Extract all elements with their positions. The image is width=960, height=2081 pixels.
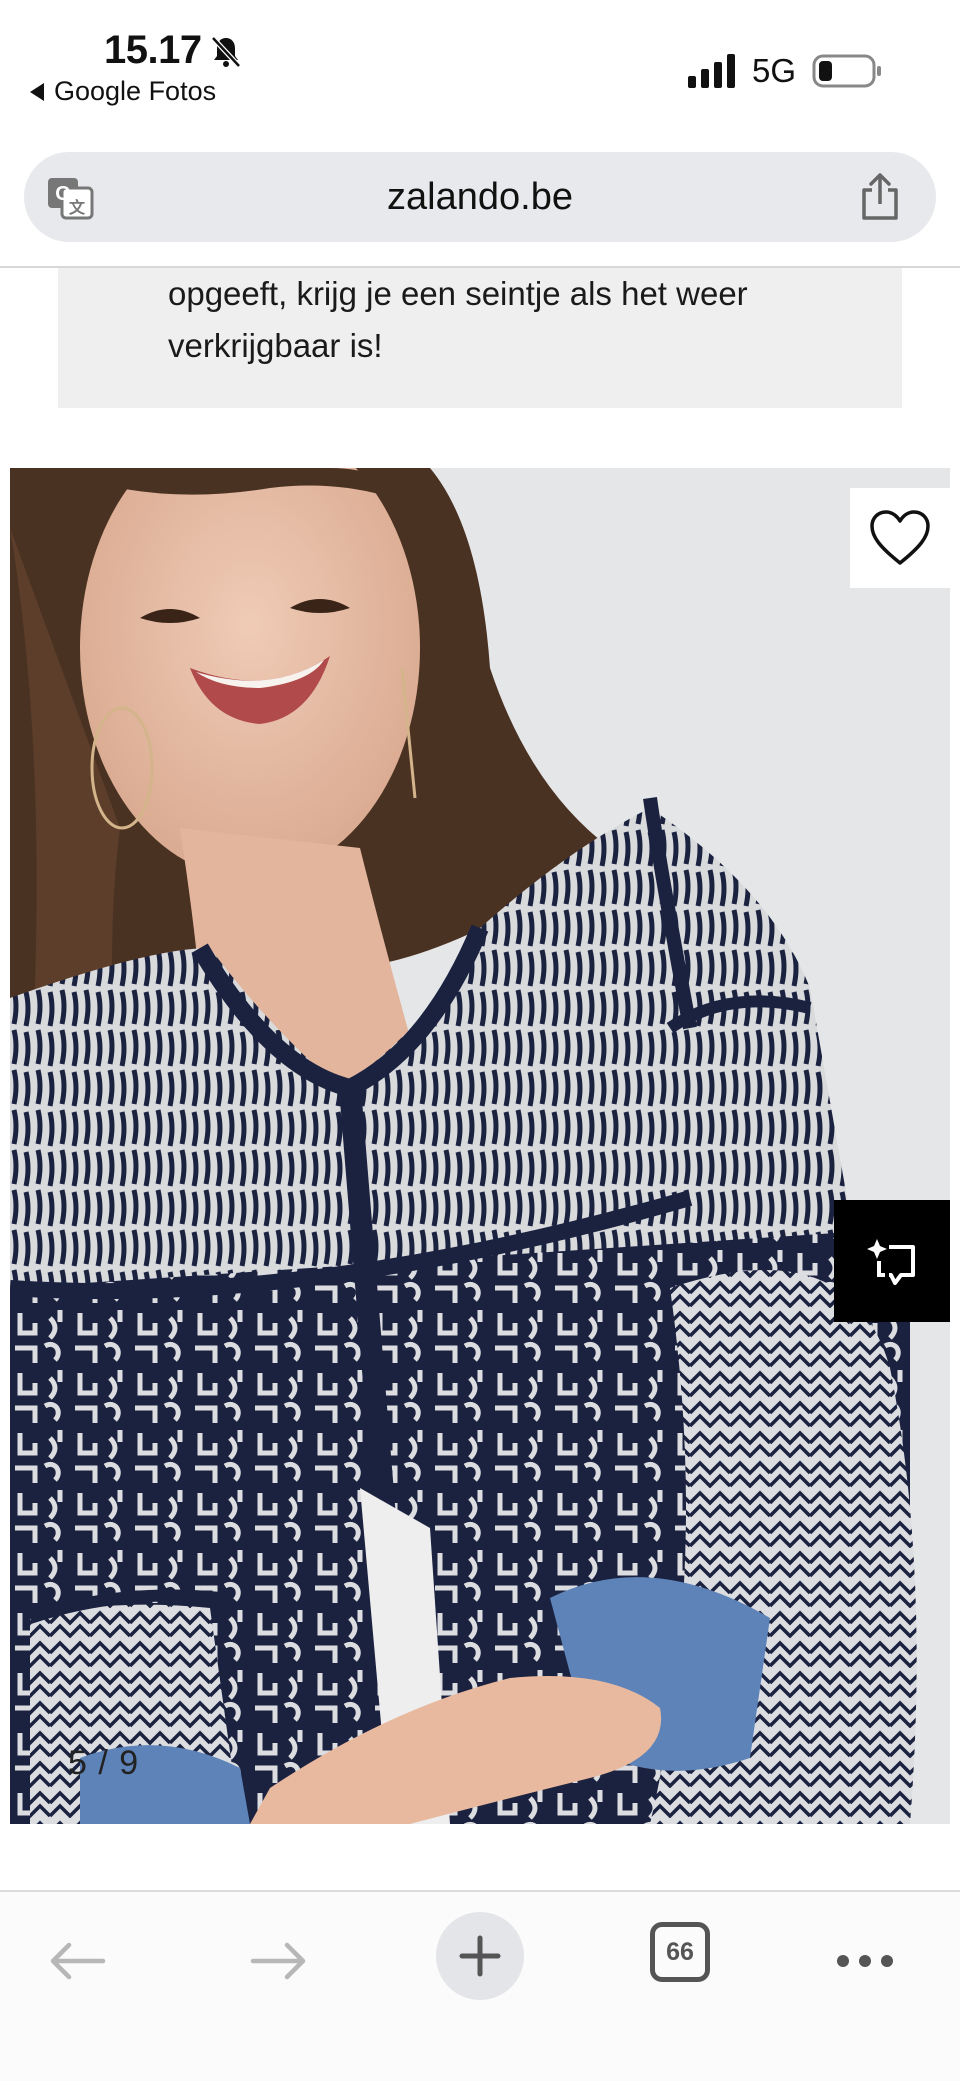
- virtual-try-on-button[interactable]: [834, 1200, 950, 1322]
- battery-icon: [812, 54, 881, 88]
- sparkle-frame-icon: [867, 1239, 915, 1285]
- cellular-signal-icon: [688, 54, 735, 88]
- arrow-left-icon: [50, 1942, 106, 1980]
- back-app-label: Google Fotos: [54, 76, 217, 106]
- back-to-app-link[interactable]: Google Fotos: [30, 76, 216, 107]
- more-dots-icon: [837, 1955, 893, 1967]
- muted-bell-icon: [211, 36, 241, 68]
- tab-switcher-button[interactable]: 66: [650, 1922, 710, 1982]
- address-bar[interactable]: G 文 zalando.be: [24, 152, 936, 242]
- wishlist-button[interactable]: [850, 488, 950, 588]
- forward-button[interactable]: [244, 1926, 314, 1996]
- clock-time: 15.17: [104, 28, 202, 72]
- url-text[interactable]: zalando.be: [24, 176, 936, 219]
- share-icon[interactable]: [858, 172, 902, 222]
- notice-text: opgeeft, krijg je een seintje als het we…: [168, 268, 888, 372]
- status-bar: 15.17 Google Fotos 5G: [0, 0, 960, 140]
- back-triangle-icon: [30, 82, 44, 101]
- arrow-right-icon: [250, 1942, 306, 1980]
- browser-toolbar: 66: [0, 1892, 960, 2081]
- back-button[interactable]: [42, 1926, 112, 1996]
- product-image-gallery[interactable]: 5 / 9: [10, 468, 950, 1824]
- notice-line-2: verkrijgbaar is!: [168, 327, 383, 364]
- availability-notice: opgeeft, krijg je een seintje als het we…: [58, 268, 902, 408]
- network-type: 5G: [752, 52, 797, 89]
- product-photo: [10, 468, 950, 1824]
- image-counter: 5 / 9: [68, 1744, 140, 1782]
- new-tab-button[interactable]: [436, 1912, 524, 2000]
- plus-icon: [459, 1935, 501, 1977]
- notice-line-1: opgeeft, krijg je een seintje als het we…: [168, 275, 748, 312]
- heart-icon: [870, 510, 930, 565]
- more-menu-button[interactable]: [830, 1926, 900, 1996]
